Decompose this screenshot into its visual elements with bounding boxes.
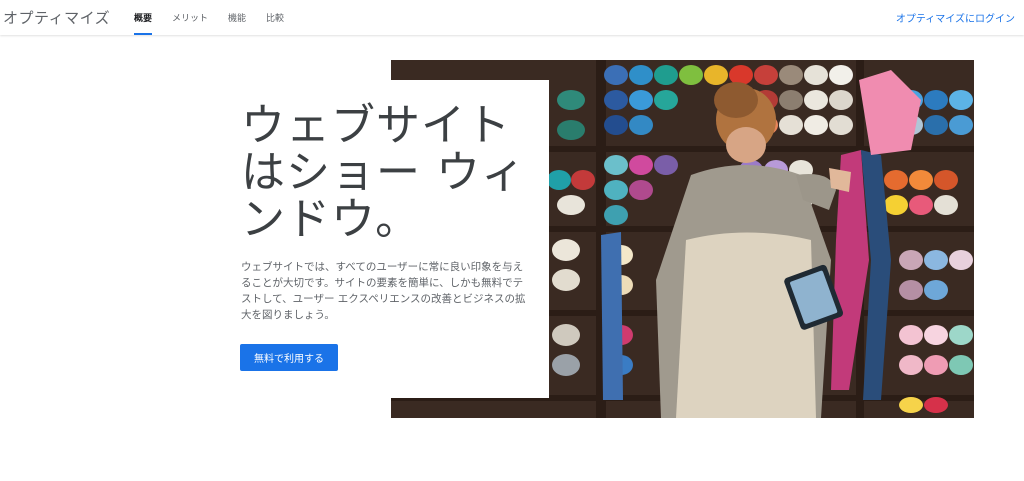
hero-headline: ウェブサイト はショー ウィ ンドウ。 — [241, 100, 526, 245]
login-link[interactable]: オプティマイズにログイン — [896, 10, 1015, 25]
nav-tabs: 概要 メリット 機能 比較 — [134, 0, 304, 35]
hero-description: ウェブサイトでは、すべてのユーザーに常に良い印象を与えることが大切です。サイトの… — [241, 261, 526, 321]
try-free-button[interactable]: 無料で利用する — [240, 344, 338, 371]
tab-overview[interactable]: 概要 — [134, 0, 153, 35]
tab-compare[interactable]: 比較 — [266, 0, 284, 35]
brand-logo[interactable]: オプティマイズ — [3, 7, 110, 28]
top-nav-bar: オプティマイズ 概要 メリット 機能 比較 オプティマイズにログイン — [0, 0, 1024, 35]
tab-benefits[interactable]: メリット — [172, 0, 208, 35]
tab-features[interactable]: 機能 — [228, 0, 246, 35]
